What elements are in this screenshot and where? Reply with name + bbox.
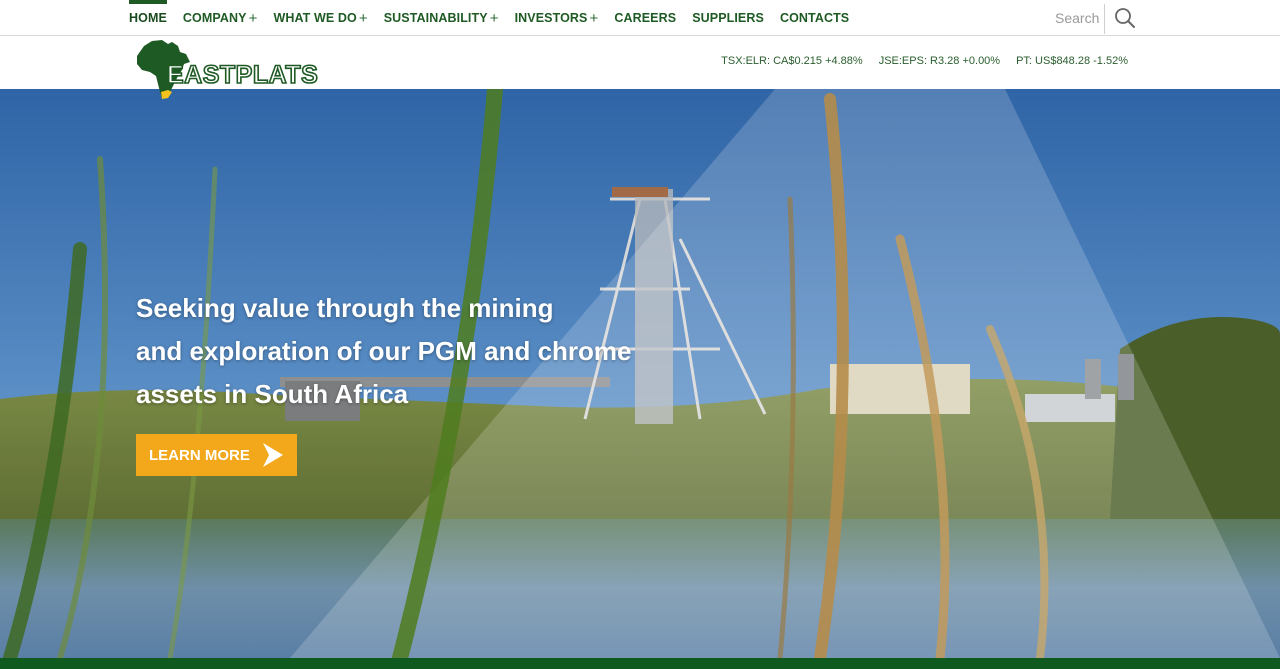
- ticker-tsx: TSX:ELR: CA$0.215 +4.88%: [721, 55, 863, 67]
- learn-more-button[interactable]: LEARN MORE: [136, 434, 297, 476]
- nav-item-label: CAREERS: [614, 11, 677, 25]
- learn-more-label: LEARN MORE: [149, 446, 250, 464]
- hero-headline-line: and exploration of our PGM and chrome: [136, 336, 632, 366]
- nav-item-sustainability[interactable]: SUSTAINABILITY +: [384, 0, 499, 36]
- nav-item-label: WHAT WE DO: [273, 11, 357, 25]
- main-menu: HOME COMPANY + WHAT WE DO + SUSTAINABILI…: [129, 0, 865, 36]
- stock-tickers: TSX:ELR: CA$0.215 +4.88% JSE:EPS: R3.28 …: [705, 55, 1128, 67]
- search-icon[interactable]: [1114, 7, 1136, 29]
- nav-item-label: COMPANY: [182, 11, 247, 25]
- expand-plus-icon[interactable]: +: [249, 10, 258, 27]
- hero-headline: Seeking value through the mining and exp…: [136, 287, 676, 416]
- search-divider: [1104, 4, 1105, 34]
- arrow-right-icon: [263, 443, 283, 467]
- hero-headline-line: Seeking value through the mining: [136, 293, 554, 323]
- nav-item-investors[interactable]: INVESTORS +: [515, 0, 599, 36]
- nav-item-label: CONTACTS: [779, 11, 850, 25]
- nav-item-label: SUSTAINABILITY: [383, 11, 488, 25]
- ticker-jse: JSE:EPS: R3.28 +0.00%: [878, 55, 1001, 67]
- nav-item-label: SUPPLIERS: [692, 11, 764, 25]
- nav-item-careers[interactable]: CAREERS: [614, 0, 676, 36]
- nav-item-contacts[interactable]: CONTACTS: [780, 0, 849, 36]
- company-logo[interactable]: EASTPLATS: [134, 38, 344, 102]
- expand-plus-icon[interactable]: +: [589, 10, 598, 27]
- nav-item-home[interactable]: HOME: [129, 0, 167, 36]
- top-navigation: HOME COMPANY + WHAT WE DO + SUSTAINABILI…: [0, 0, 1280, 36]
- nav-item-company[interactable]: COMPANY +: [183, 0, 258, 36]
- hero-banner: Seeking value through the mining and exp…: [0, 89, 1280, 658]
- search-input[interactable]: [1055, 6, 1115, 30]
- hero-headline-line: assets in South Africa: [136, 379, 409, 409]
- search-area: [1040, 0, 1140, 36]
- brand-bar: EASTPLATS TSX:ELR: CA$0.215 +4.88% JSE:E…: [0, 37, 1280, 99]
- nav-item-label: HOME: [129, 11, 167, 25]
- expand-plus-icon[interactable]: +: [490, 10, 499, 27]
- ticker-platinum: PT: US$848.28 -1.52%: [1016, 55, 1128, 67]
- nav-item-suppliers[interactable]: SUPPLIERS: [692, 0, 764, 36]
- logo-text: EASTPLATS: [167, 61, 318, 89]
- nav-item-label: INVESTORS: [514, 11, 588, 25]
- nav-item-what-we-do[interactable]: WHAT WE DO +: [273, 0, 367, 36]
- footer-strip: [0, 658, 1280, 669]
- expand-plus-icon[interactable]: +: [359, 10, 368, 27]
